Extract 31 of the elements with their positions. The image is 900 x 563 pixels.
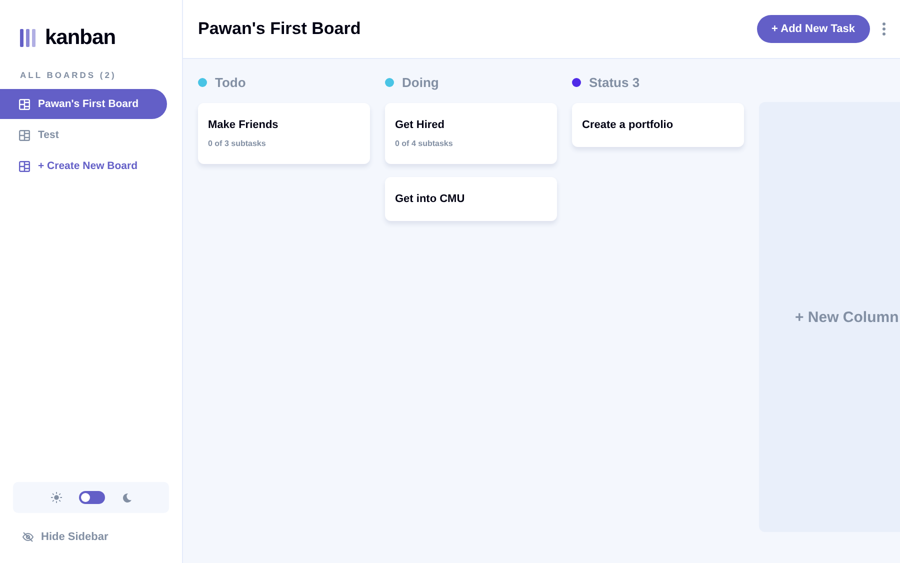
hide-sidebar-button[interactable]: Hide Sidebar — [0, 531, 182, 543]
board-icon — [19, 98, 30, 110]
task-title: Create a portfolio — [582, 119, 674, 131]
create-board-button[interactable]: + Create New Board — [0, 151, 167, 181]
task-card[interactable]: Get Hired 0 of 4 subtasks — [385, 103, 557, 164]
boards-heading: ALL BOARDS (2) — [19, 69, 118, 82]
subtask-count: 0 of 3 subtasks — [208, 139, 267, 148]
add-task-button[interactable]: + Add New Task — [756, 15, 870, 43]
theme-toggle[interactable] — [78, 491, 104, 504]
board-item[interactable]: Pawan's First Board — [0, 89, 167, 119]
column-title: Todo — [215, 74, 246, 90]
task-card[interactable]: Make Friends 0 of 3 subtasks — [198, 103, 370, 164]
sun-icon — [50, 492, 62, 503]
moon-icon — [122, 492, 132, 502]
board-title: Pawan's First Board — [198, 19, 362, 39]
board-icon — [19, 160, 30, 172]
logo-icon — [20, 28, 36, 46]
column-title: Doing — [402, 74, 439, 90]
board-icon — [19, 130, 30, 140]
board-item[interactable]: Test — [0, 120, 167, 150]
task-title: Make Friends — [208, 119, 280, 131]
task-title: Get Hired — [395, 119, 446, 131]
task-card[interactable]: Get into CMU — [385, 177, 557, 221]
eye-slash-icon — [22, 532, 34, 542]
subtask-count: 0 of 4 subtasks — [395, 139, 454, 148]
new-column-button[interactable]: + New Column — [759, 102, 900, 532]
logo-text: kanban — [45, 26, 116, 50]
column-title: Status 3 — [589, 74, 640, 90]
task-card[interactable]: Create a portfolio — [572, 103, 744, 147]
task-title: Get into CMU — [395, 193, 466, 205]
more-icon[interactable] — [882, 22, 886, 36]
